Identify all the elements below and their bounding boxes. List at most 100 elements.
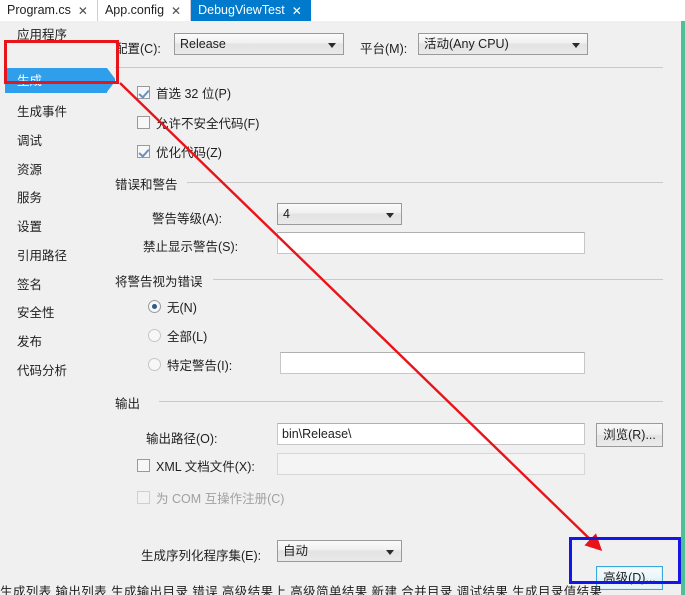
tab-program-cs[interactable]: Program.cs ✕ [0, 0, 98, 21]
sidebar-item-label: 资源 [17, 163, 43, 177]
sidebar-item-reference-paths[interactable]: 引用路径 [0, 246, 115, 266]
sidebar-item-signing[interactable]: 签名 [0, 275, 115, 295]
xml-doc-file-label: XML 文档文件(X): [156, 460, 255, 474]
platform-dropdown[interactable]: 活动(Any CPU) [418, 33, 588, 55]
sidebar-item-build-events[interactable]: 生成事件 [0, 102, 115, 122]
status-help-strip: 生成列表 输出列表 生成输出目录 错误 高级结果上 高级简单结果 新建 合并目录… [0, 584, 679, 595]
sidebar-item-label: 签名 [17, 278, 43, 292]
allow-unsafe-code-label: 允许不安全代码(F) [156, 117, 260, 131]
group-divider-line [213, 279, 663, 280]
project-properties-window: Program.cs ✕ App.config ✕ DebugViewTest … [0, 0, 685, 595]
output-path-input[interactable]: bin\Release\ [277, 423, 585, 445]
editor-tab-strip: Program.cs ✕ App.config ✕ DebugViewTest … [0, 0, 685, 21]
optimize-code-checkbox-row[interactable]: 优化代码(Z) [137, 143, 222, 160]
suppress-warnings-input[interactable] [277, 232, 585, 254]
sidebar-item-label: 生成事件 [17, 105, 68, 119]
group-divider-line [187, 182, 663, 183]
suppress-warnings-label: 禁止显示警告(S): [143, 240, 239, 254]
allow-unsafe-code-checkbox-row[interactable]: 允许不安全代码(F) [137, 114, 259, 131]
tab-app-config[interactable]: App.config ✕ [97, 0, 192, 21]
sidebar-item-label: 代码分析 [17, 364, 68, 378]
chevron-down-icon [386, 213, 394, 218]
sidebar-item-application[interactable]: 应用程序 [0, 25, 115, 45]
treat-warnings-group-header: 将警告视为错误 [115, 271, 679, 290]
tab-label: DebugViewTest [198, 3, 285, 17]
serialization-assembly-value: 自动 [283, 544, 309, 558]
properties-sidebar: 应用程序 生成 生成事件 调试 资源 服务 设置 引用路径 签名 安全性 发布 … [0, 21, 116, 595]
close-icon[interactable]: ✕ [171, 5, 181, 17]
warnings-all-label: 全部(L) [167, 330, 208, 344]
section-divider [115, 67, 663, 68]
warning-level-label: 警告等级(A): [152, 212, 223, 226]
sidebar-item-label: 调试 [17, 134, 43, 148]
checkbox-icon[interactable] [137, 116, 150, 129]
sidebar-item-services[interactable]: 服务 [0, 188, 115, 208]
warnings-all-radio-row[interactable]: 全部(L) [148, 327, 207, 344]
warnings-specific-input[interactable] [280, 352, 585, 374]
checkbox-icon [137, 491, 150, 504]
sidebar-item-resources[interactable]: 资源 [0, 160, 115, 180]
browse-button-label: 浏览(R)... [603, 428, 656, 442]
browse-button[interactable]: 浏览(R)... [596, 423, 663, 447]
radio-icon[interactable] [148, 300, 161, 313]
errors-warnings-title: 错误和警告 [115, 174, 184, 193]
output-title: 输出 [115, 393, 147, 412]
sidebar-item-label: 发布 [17, 335, 43, 349]
sidebar-item-label: 设置 [17, 220, 43, 234]
group-divider-line [159, 401, 663, 402]
sidebar-item-publish[interactable]: 发布 [0, 332, 115, 352]
tab-label: App.config [104, 3, 165, 17]
configuration-dropdown[interactable]: Release [174, 33, 344, 55]
register-com-interop-checkbox-row: 为 COM 互操作注册(C) [137, 489, 284, 506]
window-right-edge [681, 21, 685, 595]
warning-level-value: 4 [283, 207, 290, 221]
sidebar-item-label: 生成 [17, 74, 43, 88]
checkbox-icon[interactable] [137, 459, 150, 472]
radio-icon[interactable] [148, 329, 161, 342]
window-right-edge-gap [679, 21, 681, 595]
warnings-none-label: 无(N) [167, 301, 197, 315]
warnings-specific-label: 特定警告(I): [167, 359, 233, 373]
chevron-down-icon [386, 550, 394, 555]
tab-debugviewtest[interactable]: DebugViewTest ✕ [191, 0, 311, 21]
prefer-32bit-label: 首选 32 位(P) [156, 87, 232, 101]
tab-strip-filler [310, 0, 685, 21]
sidebar-item-security[interactable]: 安全性 [0, 303, 115, 323]
radio-icon[interactable] [148, 358, 161, 371]
warnings-none-radio-row[interactable]: 无(N) [148, 298, 197, 315]
sidebar-item-label: 安全性 [17, 306, 55, 320]
sidebar-item-code-analysis[interactable]: 代码分析 [0, 361, 115, 381]
checkbox-icon[interactable] [137, 145, 150, 158]
build-settings-panel: 配置(C): Release 平台(M): 活动(Any CPU) 首选 32 … [115, 21, 679, 595]
serialization-assembly-dropdown[interactable]: 自动 [277, 540, 402, 562]
sidebar-item-build[interactable]: 生成 [0, 71, 115, 91]
serialization-assembly-label: 生成序列化程序集(E): [141, 549, 262, 563]
register-com-interop-label: 为 COM 互操作注册(C) [156, 492, 285, 506]
chevron-down-icon [328, 43, 336, 48]
platform-label: 平台(M): [360, 42, 408, 56]
close-icon[interactable]: ✕ [78, 5, 88, 17]
sidebar-item-label: 应用程序 [17, 28, 68, 42]
warning-level-dropdown[interactable]: 4 [277, 203, 402, 225]
checkbox-icon[interactable] [137, 86, 150, 99]
sidebar-item-debug[interactable]: 调试 [0, 131, 115, 151]
configuration-label: 配置(C): [115, 42, 161, 56]
properties-page: 应用程序 生成 生成事件 调试 资源 服务 设置 引用路径 签名 安全性 发布 … [0, 21, 685, 595]
sidebar-item-label: 服务 [17, 191, 43, 205]
tab-label: Program.cs [7, 3, 71, 17]
configuration-row: 配置(C): Release 平台(M): 活动(Any CPU) [115, 33, 679, 61]
output-group-header: 输出 [115, 393, 679, 412]
configuration-value: Release [180, 37, 226, 51]
output-path-label: 输出路径(O): [146, 432, 218, 446]
optimize-code-label: 优化代码(Z) [156, 146, 222, 160]
xml-doc-file-input[interactable] [277, 453, 585, 475]
errors-warnings-group-header: 错误和警告 [115, 174, 679, 193]
xml-doc-file-checkbox-row[interactable]: XML 文档文件(X): [137, 457, 255, 474]
prefer-32bit-checkbox-row[interactable]: 首选 32 位(P) [137, 84, 231, 101]
sidebar-item-label: 引用路径 [17, 249, 68, 263]
sidebar-item-settings[interactable]: 设置 [0, 217, 115, 237]
close-icon[interactable]: ✕ [292, 5, 302, 17]
warnings-specific-radio-row[interactable]: 特定警告(I): [148, 356, 232, 373]
status-help-text: 生成列表 输出列表 生成输出目录 错误 高级结果上 高级简单结果 新建 合并目录… [0, 585, 603, 595]
chevron-down-icon [572, 43, 580, 48]
